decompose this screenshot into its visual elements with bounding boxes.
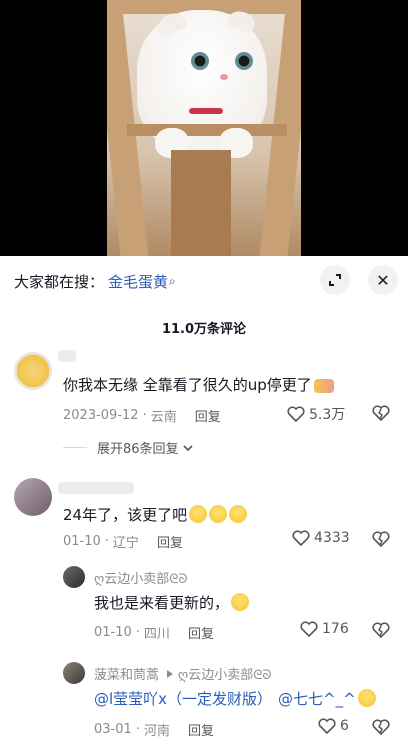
broken-heart-icon — [372, 719, 390, 736]
video-player[interactable] — [0, 0, 408, 256]
like-button[interactable]: 6 — [318, 718, 349, 734]
chevron-down-icon — [182, 444, 193, 451]
reply-button[interactable]: 回复 — [188, 623, 214, 642]
dislike-button[interactable] — [372, 405, 390, 425]
cat-nose — [220, 74, 228, 80]
reply-to-nickname[interactable]: ღ云边小卖部ᘓᘐ — [178, 664, 272, 683]
video-frame — [107, 0, 301, 256]
like-button[interactable]: 4333 — [292, 530, 350, 546]
expand-replies-label: 展开86条回复 — [97, 442, 179, 457]
close-icon: ✕ — [376, 270, 390, 290]
avatar[interactable] — [63, 566, 85, 588]
reply-date: 01-10 — [94, 625, 132, 640]
dislike-button[interactable] — [372, 531, 390, 551]
heart-icon — [300, 621, 318, 637]
comment-date: 2023-09-12 — [63, 408, 139, 423]
crying-emoji-icon — [209, 505, 228, 523]
avatar[interactable] — [14, 478, 52, 516]
reply-button[interactable]: 回复 — [157, 532, 183, 551]
dislike-button[interactable] — [372, 719, 390, 739]
reply-arrow-icon — [167, 669, 174, 678]
comment-meta: 01-10 · 辽宁 回复 — [63, 532, 183, 551]
crying-emoji-icon — [229, 505, 248, 523]
heart-icon — [292, 530, 310, 546]
dislike-button[interactable] — [372, 622, 390, 642]
search-prefix-label: 大家都在搜： — [14, 272, 105, 291]
heart-icon — [287, 406, 305, 422]
comment-text[interactable]: 你我本无缘 全靠看了很久的up停更了 — [63, 374, 334, 395]
chair-seat — [171, 150, 231, 256]
reply-text[interactable]: 我也是来看更新的， — [94, 592, 250, 613]
close-button[interactable]: ✕ — [368, 265, 398, 295]
cat-eye — [235, 52, 253, 70]
reply-meta: 03-01 · 河南 回复 — [94, 720, 214, 739]
search-term-link[interactable]: 金毛蛋黄 — [108, 271, 168, 292]
comment-meta: 2023-09-12 · 云南 回复 — [63, 406, 221, 425]
broken-heart-icon — [372, 531, 390, 548]
chair-rail — [127, 124, 287, 136]
reply-text[interactable]: @l莹莹吖x（一定发财版） @七七^_^ — [94, 688, 376, 709]
comment-location: 辽宁 — [112, 536, 139, 551]
reply-button[interactable]: 回复 — [195, 406, 221, 425]
collapse-icon — [329, 274, 341, 286]
search-icon: ⌕ — [169, 273, 176, 288]
like-count: 4333 — [314, 530, 350, 546]
comment-date: 01-10 — [63, 534, 101, 549]
comment-sheet: 大家都在搜： 金毛蛋黄 ⌕ ✕ 11.0万条评论 你我本无缘 全靠看了很久的up… — [0, 256, 408, 744]
reply-date: 03-01 — [94, 722, 132, 737]
mention-link[interactable]: @七七^_^ — [278, 690, 356, 708]
avatar[interactable] — [14, 352, 52, 390]
collapse-button[interactable] — [320, 265, 350, 295]
broken-heart-icon — [372, 405, 390, 422]
reply-button[interactable]: 回复 — [188, 720, 214, 739]
like-button[interactable]: 5.3万 — [287, 404, 345, 424]
like-count: 5.3万 — [309, 407, 346, 423]
like-button[interactable]: 176 — [300, 621, 349, 637]
broken-heart-icon — [372, 622, 390, 639]
comment-location: 云南 — [150, 410, 177, 425]
divider-line — [63, 447, 87, 448]
heart-icon — [318, 718, 336, 734]
search-suggestion[interactable]: 大家都在搜： 金毛蛋黄 ⌕ — [14, 268, 176, 294]
nickname-redacted — [58, 350, 76, 362]
reply-nickname[interactable]: ღ云边小卖部ᘓᘐ — [94, 568, 188, 587]
cat-eye — [191, 52, 209, 70]
comment-count-title: 11.0万条评论 — [161, 322, 247, 337]
avatar[interactable] — [63, 662, 85, 684]
crying-emoji-icon — [189, 505, 208, 523]
like-count: 176 — [322, 621, 349, 637]
cat-collar — [189, 108, 223, 114]
expand-replies-button[interactable]: 展开86条回复 — [63, 438, 194, 457]
reply-nickname[interactable]: 菠菜和茼蒿 — [94, 664, 159, 683]
mention-link[interactable]: @l莹莹吖x（一定发财版） — [94, 690, 272, 708]
nickname-redacted — [58, 482, 134, 494]
reply-meta: 01-10 · 四川 回复 — [94, 623, 214, 642]
comment-text[interactable]: 24年了，该更了吧 — [63, 504, 248, 525]
emoji-icon — [313, 379, 334, 393]
reply-header: 菠菜和茼蒿 ღ云边小卖部ᘓᘐ — [94, 664, 272, 683]
laughing-emoji-icon — [357, 689, 376, 707]
laughing-emoji-icon — [231, 593, 250, 611]
reply-location: 四川 — [143, 627, 170, 642]
reply-location: 河南 — [143, 724, 170, 739]
like-count: 6 — [340, 718, 349, 734]
